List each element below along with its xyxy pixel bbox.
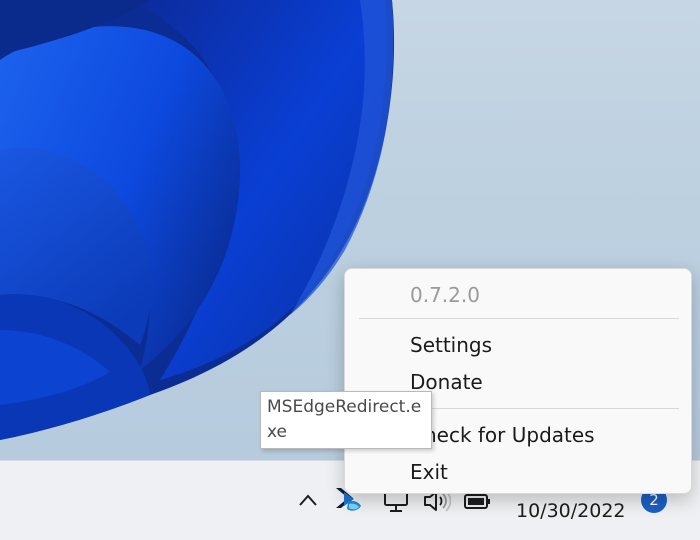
tray-tooltip: MSEdgeRedirect.exe bbox=[260, 391, 432, 449]
chevron-up-icon bbox=[299, 494, 317, 506]
menu-item-settings[interactable]: Settings bbox=[410, 333, 492, 357]
clock-date[interactable]: 10/30/2022 bbox=[516, 500, 626, 522]
desktop: 10/30/2022 2 0.7.2.0 Settings Donate Che… bbox=[0, 0, 700, 540]
tray-context-menu: 0.7.2.0 Settings Donate Check for Update… bbox=[344, 268, 692, 494]
menu-separator bbox=[359, 318, 679, 319]
menu-item-check-for-updates[interactable]: Check for Updates bbox=[410, 423, 595, 447]
menu-item-version: 0.7.2.0 bbox=[410, 283, 480, 307]
menu-item-exit[interactable]: Exit bbox=[410, 460, 448, 484]
show-hidden-icons-button[interactable] bbox=[296, 488, 320, 512]
